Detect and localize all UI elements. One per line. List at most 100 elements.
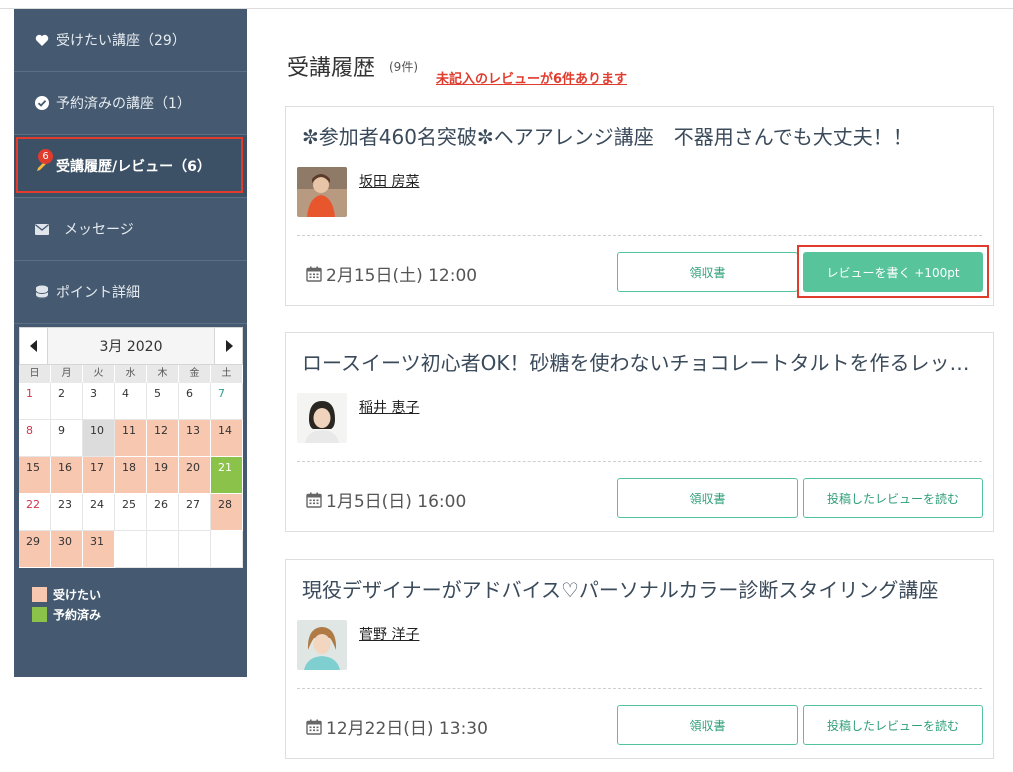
weekday-label: 金 bbox=[179, 365, 211, 383]
read-review-button[interactable]: 投稿したレビューを読む bbox=[803, 705, 983, 745]
course-date: 2月15日(土) 12:00 bbox=[306, 261, 477, 286]
calendar-day[interactable]: 1 bbox=[19, 383, 51, 420]
calendar-day[interactable]: 4 bbox=[115, 383, 147, 420]
weekday-label: 火 bbox=[83, 365, 115, 383]
course-title[interactable]: 現役デザイナーがアドバイス♡パーソナルカラー診断スタイリング講座 bbox=[302, 574, 982, 603]
weekday-label: 日 bbox=[19, 365, 51, 383]
calendar-day[interactable]: 10 bbox=[83, 420, 115, 457]
calendar-day[interactable]: 20 bbox=[179, 457, 211, 494]
calendar-day[interactable]: 8 bbox=[19, 420, 51, 457]
legend-item: 受けたい bbox=[32, 584, 101, 604]
calendar-icon bbox=[306, 719, 322, 735]
course-card: ✼参加者460名突破✼ヘアアレンジ講座 不器用さんでも大丈夫！！ 坂田 房菜 2… bbox=[285, 106, 994, 306]
legend-item: 予約済み bbox=[32, 604, 101, 624]
sidebar-item-messages[interactable]: メッセージ bbox=[14, 198, 247, 261]
calendar-day[interactable]: 6 bbox=[179, 383, 211, 420]
calendar-prev-button[interactable] bbox=[20, 328, 48, 364]
legend-swatch bbox=[32, 586, 47, 602]
calendar-day[interactable]: 13 bbox=[179, 420, 211, 457]
sidebar-item-label: 受けたい講座（29） bbox=[56, 33, 186, 49]
calendar-empty-cell bbox=[147, 531, 179, 568]
check-circle-icon bbox=[34, 95, 50, 111]
calendar-legend: 受けたい 予約済み bbox=[32, 584, 101, 624]
sidebar-item-wishlist[interactable]: 受けたい講座（29） bbox=[14, 9, 247, 72]
course-date-text: 12月22日(日) 13:30 bbox=[326, 719, 488, 739]
calendar-day[interactable]: 19 bbox=[147, 457, 179, 494]
course-card: 現役デザイナーがアドバイス♡パーソナルカラー診断スタイリング講座 菅野 洋子 1… bbox=[285, 559, 994, 759]
weekday-label: 木 bbox=[147, 365, 179, 383]
sidebar: 受けたい講座（29） 予約済みの講座（1） 6 受講履歴/レビュー（6） メッセ… bbox=[14, 9, 247, 677]
calendar-day[interactable]: 3 bbox=[83, 383, 115, 420]
course-date-text: 2月15日(土) 12:00 bbox=[326, 266, 478, 286]
divider bbox=[297, 688, 982, 689]
calendar-day[interactable]: 15 bbox=[19, 457, 51, 494]
calendar-day[interactable]: 7 bbox=[211, 383, 243, 420]
calendar-day[interactable]: 17 bbox=[83, 457, 115, 494]
course-title[interactable]: ロースイーツ初心者OK！砂糖を使わないチョコレートタルトを作るレッスン bbox=[302, 347, 982, 376]
sidebar-item-points[interactable]: ポイント詳細 bbox=[14, 261, 247, 324]
calendar-day[interactable]: 21 bbox=[211, 457, 243, 494]
teacher-name-link[interactable]: 稲井 恵子 bbox=[359, 397, 419, 417]
calendar-month-title: 3月 2020 bbox=[99, 339, 163, 355]
calendar-icon bbox=[306, 266, 322, 282]
calendar-day[interactable]: 22 bbox=[19, 494, 51, 531]
divider bbox=[297, 461, 982, 462]
weekday-label: 土 bbox=[211, 365, 243, 383]
teacher-name-link[interactable]: 坂田 房菜 bbox=[359, 171, 419, 191]
calendar-day[interactable]: 27 bbox=[179, 494, 211, 531]
read-review-button[interactable]: 投稿したレビューを読む bbox=[803, 478, 983, 518]
history-count: (9件) bbox=[389, 60, 418, 74]
calendar-day[interactable]: 11 bbox=[115, 420, 147, 457]
calendar-day[interactable]: 16 bbox=[51, 457, 83, 494]
receipt-button[interactable]: 領収書 bbox=[617, 705, 798, 745]
calendar-day[interactable]: 23 bbox=[51, 494, 83, 531]
calendar-day[interactable]: 26 bbox=[147, 494, 179, 531]
calendar-day[interactable]: 30 bbox=[51, 531, 83, 568]
calendar-day[interactable]: 2 bbox=[51, 383, 83, 420]
sidebar-item-label: ポイント詳細 bbox=[56, 285, 140, 301]
notification-badge: 6 bbox=[38, 149, 53, 164]
envelope-icon bbox=[34, 221, 50, 237]
sidebar-item-history[interactable]: 6 受講履歴/レビュー（6） bbox=[14, 135, 247, 198]
chevron-right-icon bbox=[225, 340, 233, 352]
calendar-empty-cell bbox=[115, 531, 147, 568]
receipt-button[interactable]: 領収書 bbox=[617, 478, 798, 518]
sidebar-item-label: 予約済みの講座（1） bbox=[56, 96, 191, 112]
calendar-day[interactable]: 25 bbox=[115, 494, 147, 531]
calendar-grid: 日 月 火 水 木 金 土 1 2 3 4 5 6 7 8 9 10 11 12 13 14 15 16 17 1… bbox=[19, 365, 243, 568]
calendar-empty-cell bbox=[211, 531, 243, 568]
calendar-header: 3月 2020 bbox=[19, 327, 243, 365]
chevron-left-icon bbox=[29, 340, 37, 352]
avatar bbox=[297, 620, 347, 670]
weekday-label: 月 bbox=[51, 365, 83, 383]
calendar-empty-cell bbox=[179, 531, 211, 568]
write-review-button[interactable]: レビューを書く +100pt bbox=[803, 252, 983, 292]
heart-icon bbox=[34, 32, 50, 48]
calendar-next-button[interactable] bbox=[214, 328, 242, 364]
calendar-day[interactable]: 18 bbox=[115, 457, 147, 494]
calendar-day[interactable]: 5 bbox=[147, 383, 179, 420]
teacher-name-link[interactable]: 菅野 洋子 bbox=[359, 624, 419, 644]
course-date-text: 1月5日(日) 16:00 bbox=[326, 492, 467, 512]
course-title[interactable]: ✼参加者460名突破✼ヘアアレンジ講座 不器用さんでも大丈夫！！ bbox=[302, 121, 982, 150]
page-title: 受講履歴 bbox=[287, 56, 376, 81]
calendar-day[interactable]: 14 bbox=[211, 420, 243, 457]
sidebar-item-reserved[interactable]: 予約済みの講座（1） bbox=[14, 72, 247, 135]
coins-icon bbox=[34, 284, 50, 300]
sidebar-item-label: メッセージ bbox=[64, 222, 134, 238]
calendar-day[interactable]: 28 bbox=[211, 494, 243, 531]
legend-label: 予約済み bbox=[53, 607, 102, 622]
calendar-day[interactable]: 9 bbox=[51, 420, 83, 457]
unwritten-review-link[interactable]: 未記入のレビューが6件あります bbox=[436, 68, 627, 87]
sidebar-item-label: 受講履歴/レビュー（6） bbox=[56, 159, 211, 175]
calendar-icon bbox=[306, 492, 322, 508]
avatar bbox=[297, 167, 347, 217]
course-date: 1月5日(日) 16:00 bbox=[306, 487, 466, 512]
legend-swatch bbox=[32, 606, 47, 622]
calendar-day[interactable]: 12 bbox=[147, 420, 179, 457]
calendar-day[interactable]: 29 bbox=[19, 531, 51, 568]
calendar-day[interactable]: 24 bbox=[83, 494, 115, 531]
calendar-day[interactable]: 31 bbox=[83, 531, 115, 568]
receipt-button[interactable]: 領収書 bbox=[617, 252, 798, 292]
course-date: 12月22日(日) 13:30 bbox=[306, 714, 488, 739]
